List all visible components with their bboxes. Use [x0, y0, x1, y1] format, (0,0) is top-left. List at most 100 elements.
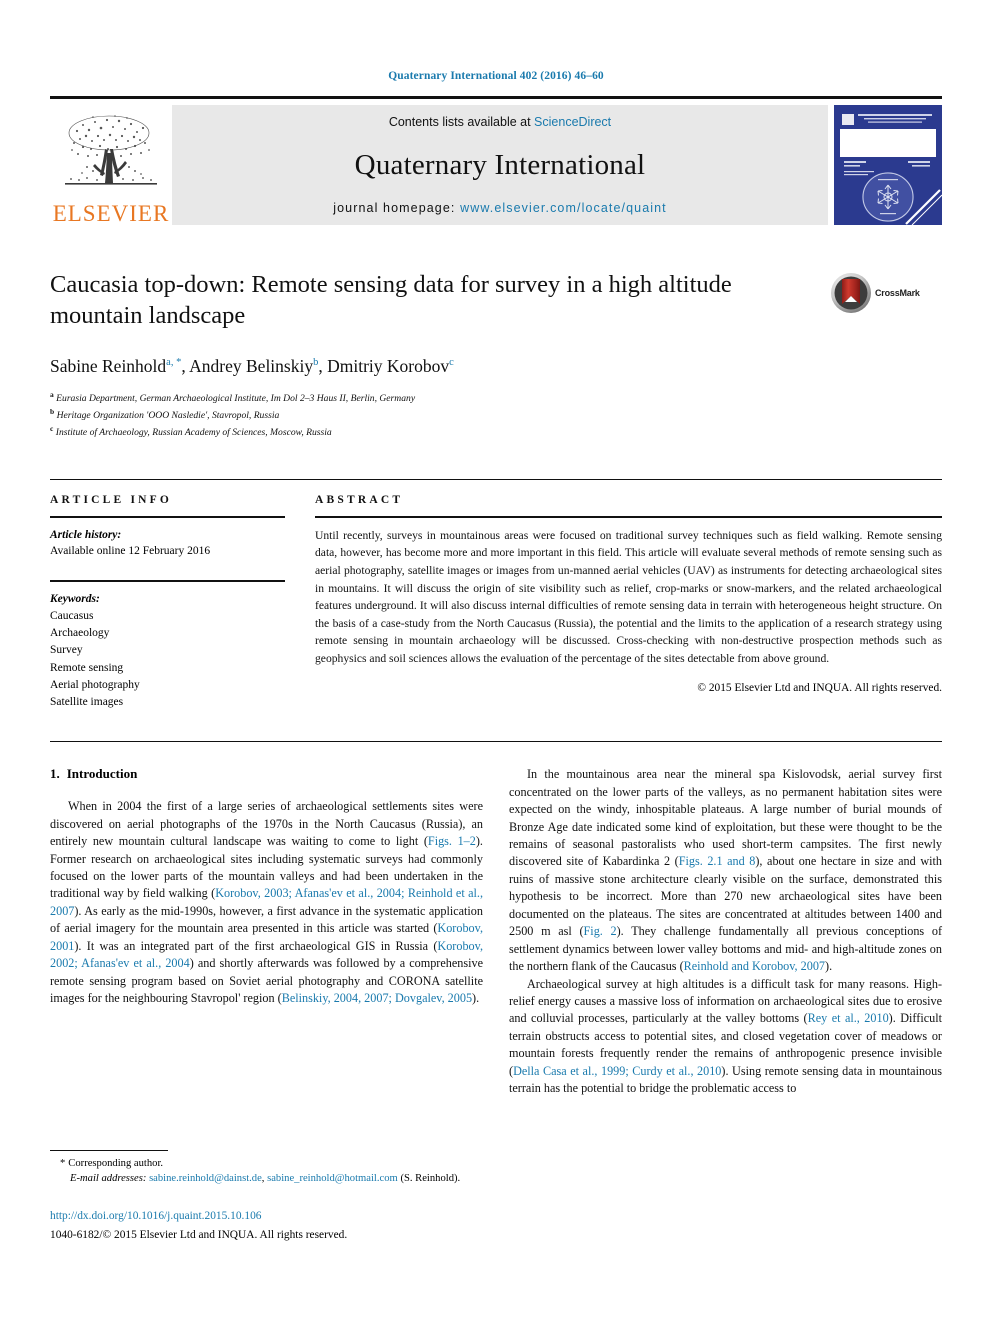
affiliation-item: a Eurasia Department, German Archaeologi…: [50, 389, 942, 406]
author-name: Sabine Reinhold: [50, 355, 167, 376]
citation-link[interactable]: Figs. 1–2: [428, 834, 476, 848]
running-head: Quaternary International 402 (2016) 46–6…: [388, 70, 604, 82]
section-title-text: Introduction: [66, 766, 138, 782]
abstract-heading: ABSTRACT: [315, 493, 404, 506]
abstract-copyright: © 2015 Elsevier Ltd and INQUA. All right…: [697, 681, 942, 694]
citation-link[interactable]: Della Casa et al., 1999; Curdy et al., 2…: [513, 1064, 721, 1078]
citation-link[interactable]: Belinskiy, 2004, 2007; Dovgalev, 2005: [282, 991, 472, 1005]
masthead-center: Contents lists available at ScienceDirec…: [172, 105, 828, 225]
article-info-column: ARTICLE INFO Article history: Available …: [50, 494, 285, 712]
footnote-block: * Corresponding author. E-mail addresses:…: [50, 1150, 482, 1244]
journal-title: Quaternary International: [354, 148, 646, 181]
crossmark-icon: [831, 273, 871, 313]
title-block: Caucasia top-down: Remote sensing data f…: [50, 269, 942, 441]
divider: [50, 515, 285, 518]
article-page: Quaternary International 402 (2016) 46–6…: [0, 0, 992, 1323]
keyword-item: Caucasus: [50, 609, 94, 622]
keyword-item: Archaeology: [50, 627, 110, 640]
email-label: E-mail addresses:: [70, 1173, 147, 1185]
divider: [315, 515, 942, 518]
section-number: 1.: [50, 766, 60, 782]
left-paragraphs: When in 2004 the first of a large series…: [50, 798, 483, 1007]
author-name: Dmitriy Korobov: [327, 355, 450, 376]
email-owner: (S. Reinhold).: [400, 1173, 461, 1185]
divider: [50, 580, 285, 583]
affiliation-mark: a: [50, 389, 54, 399]
affiliation-text: Eurasia Department, German Archaeologica…: [56, 392, 416, 404]
abstract-column: ABSTRACT Until recently, surveys in moun…: [315, 494, 942, 712]
body-paragraph: In the mountainous area near the mineral…: [509, 766, 942, 975]
body-columns: 1. Introduction When in 2004 the first of…: [50, 766, 942, 1097]
elsevier-wordmark: ELSEVIER: [52, 201, 170, 226]
citation-link[interactable]: Reinhold and Korobov, 2007: [684, 959, 825, 973]
keyword-list: Caucasus Archaeology Survey Remote sensi…: [50, 608, 285, 712]
keyword-item: Satellite images: [50, 696, 124, 709]
elsevier-tree-icon: [65, 115, 157, 185]
author-separator: ,: [318, 355, 328, 376]
author-affiliation-mark: a, *: [166, 356, 182, 368]
crossmark-badge[interactable]: CrossMark: [830, 271, 942, 315]
keyword-item: Aerial photography: [50, 678, 140, 691]
journal-homepage-link[interactable]: www.elsevier.com/locate/quaint: [460, 201, 667, 215]
info-abstract-section: ARTICLE INFO Article history: Available …: [50, 478, 942, 712]
body-paragraph: When in 2004 the first of a large series…: [50, 798, 483, 1007]
paragraph-text: ).: [472, 991, 480, 1006]
asterisk-icon: *: [60, 1158, 66, 1169]
body-column-left: 1. Introduction When in 2004 the first of…: [50, 766, 483, 1097]
article-history-value: Available online 12 February 2016: [50, 545, 211, 558]
journal-cover-thumbnail[interactable]: [834, 105, 943, 226]
article-info-heading: ARTICLE INFO: [50, 493, 173, 506]
doi-block: http://dx.doi.org/10.1016/j.quaint.2015.…: [50, 1208, 482, 1244]
citation-link[interactable]: Figs. 2.1 and 8: [679, 854, 756, 868]
author-item: Andrey Belinskiyb: [189, 356, 318, 376]
journal-homepage-line: journal homepage: www.elsevier.com/locat…: [333, 201, 667, 215]
doi-link[interactable]: http://dx.doi.org/10.1016/j.quaint.2015.…: [50, 1208, 482, 1225]
elsevier-logo: ELSEVIER: [50, 99, 172, 227]
journal-cover-image: [834, 105, 943, 226]
page-title: Caucasia top-down: Remote sensing data f…: [50, 271, 732, 330]
contents-available-line: Contents lists available at ScienceDirec…: [389, 115, 611, 129]
affiliation-mark: c: [50, 424, 54, 434]
paragraph-text: When in 2004 the first of a large series…: [50, 799, 483, 849]
corresponding-author-text: Corresponding author.: [68, 1158, 164, 1169]
sciencedirect-link[interactable]: ScienceDirect: [534, 115, 611, 129]
issn-copyright-line: 1040-6182/© 2015 Elsevier Ltd and INQUA.…: [50, 1229, 348, 1242]
journal-masthead: ELSEVIER Contents lists available at Sci…: [50, 96, 943, 227]
article-history-label: Article history:: [50, 528, 122, 541]
author-item: Dmitriy Korobovc: [327, 356, 454, 376]
keyword-item: Remote sensing: [50, 661, 124, 674]
author-affiliation-mark: c: [449, 356, 454, 368]
paragraph-text: ).: [825, 959, 833, 974]
crossmark-label: CrossMark: [875, 288, 920, 298]
citation-link[interactable]: Rey et al., 2010: [808, 1011, 889, 1025]
affiliation-mark: b: [50, 407, 55, 417]
email-link-secondary[interactable]: sabine_reinhold@hotmail.com: [267, 1173, 398, 1184]
citation-link[interactable]: Fig. 2: [584, 924, 617, 938]
email-link-primary[interactable]: sabine.reinhold@dainst.de: [149, 1173, 262, 1184]
section-heading: 1. Introduction: [50, 766, 483, 782]
body-column-right: In the mountainous area near the mineral…: [509, 766, 942, 1097]
paragraph-text: ). It was an integrated part of the firs…: [74, 938, 438, 953]
keywords-block: Keywords: Caucasus Archaeology Survey Re…: [50, 591, 285, 711]
author-list: Sabine Reinholda, *, Andrey Belinskiyb, …: [50, 356, 942, 377]
right-paragraphs: In the mountainous area near the mineral…: [509, 766, 942, 1097]
author-name: Andrey Belinskiy: [189, 355, 314, 376]
abstract-text: Until recently, surveys in mountainous a…: [315, 528, 942, 666]
homepage-prefix: journal homepage:: [333, 201, 461, 215]
affiliation-item: b Heritage Organization 'OOO Nasledie', …: [50, 406, 942, 423]
keywords-label: Keywords:: [50, 593, 100, 606]
footnote-rule: [50, 1150, 168, 1151]
divider: [50, 741, 942, 743]
paragraph-text: ). As early as the mid-1990s, however, a…: [50, 903, 483, 936]
author-separator: ,: [181, 355, 190, 376]
affiliation-text: Institute of Archaeology, Russian Academ…: [55, 427, 332, 439]
author-item: Sabine Reinholda, *: [50, 356, 181, 376]
affiliation-item: c Institute of Archaeology, Russian Acad…: [50, 423, 942, 440]
corresponding-author-note: * Corresponding author.: [50, 1156, 482, 1171]
email-note: E-mail addresses: sabine.reinhold@dainst…: [70, 1173, 461, 1185]
affiliation-text: Heritage Organization 'OOO Nasledie', St…: [56, 410, 280, 422]
contents-prefix: Contents lists available at: [388, 115, 535, 129]
affiliation-list: a Eurasia Department, German Archaeologi…: [50, 389, 942, 441]
keyword-item: Survey: [50, 644, 83, 657]
body-paragraph: Archaeological survey at high altitudes …: [509, 976, 942, 1098]
